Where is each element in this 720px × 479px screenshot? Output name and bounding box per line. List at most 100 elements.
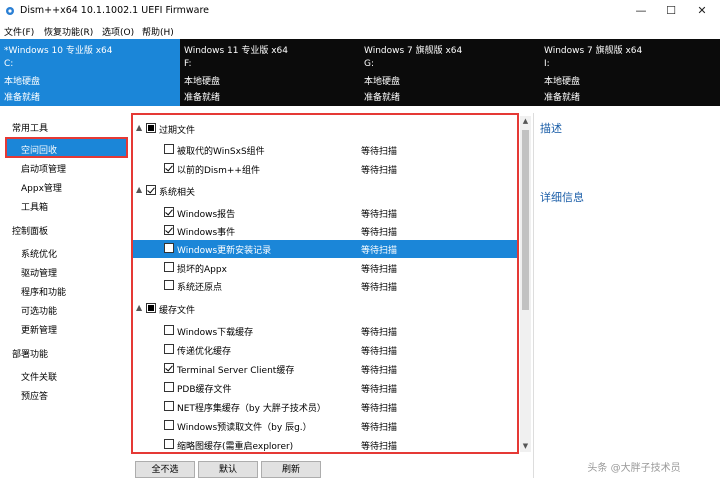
sidebar-item-optimize[interactable]: 系统优化	[21, 247, 57, 260]
system-disk: 本地硬盘	[544, 77, 581, 87]
list-item[interactable]: 缩略图缓存(需重启explorer) 等待扫描	[133, 436, 517, 452]
system-disk: 本地硬盘	[364, 77, 401, 87]
sidebar-item-appx[interactable]: Appx管理	[21, 181, 62, 194]
system-name: Windows 7 旗舰版 x64	[364, 46, 463, 56]
item-checkbox[interactable]	[164, 243, 174, 253]
item-status: 等待扫描	[361, 265, 398, 275]
window-title: Dism++x64 10.1.1002.1 UEFI Firmware	[20, 5, 210, 16]
list-item[interactable]: Windows报告 等待扫描	[133, 204, 517, 222]
menu-recovery[interactable]: 恢复功能(R)	[44, 25, 93, 38]
item-status: 等待扫描	[361, 246, 398, 256]
item-label: Terminal Server Client缓存	[177, 366, 295, 376]
maximize-button[interactable]: ☐	[657, 2, 685, 20]
item-checkbox[interactable]	[164, 144, 174, 154]
list-item[interactable]: Windows下载缓存 等待扫描	[133, 322, 517, 340]
category-row-expired[interactable]: ▲ 过期文件	[133, 120, 517, 138]
list-item-selected[interactable]: Windows更新安装记录 等待扫描	[133, 240, 517, 258]
item-checkbox[interactable]	[164, 325, 174, 335]
item-label: 缩略图缓存(需重启explorer)	[177, 442, 294, 452]
system-drive: F:	[184, 59, 192, 69]
system-tab-3[interactable]: Windows 7 旗舰版 x64 G: 本地硬盘 准备就绪	[360, 39, 540, 106]
sidebar-category-deploy: 部署功能	[12, 350, 49, 360]
sidebar-item-updates[interactable]: 更新管理	[21, 323, 57, 336]
scroll-thumb[interactable]	[522, 130, 529, 310]
item-label: Windows预读取文件（by 辰g.）	[177, 423, 312, 433]
list-scrollbar[interactable]: ▲ ▼	[520, 116, 531, 452]
item-checkbox[interactable]	[164, 207, 174, 217]
category-checkbox[interactable]	[146, 123, 156, 133]
menu-file[interactable]: 文件(F)	[4, 25, 34, 38]
item-checkbox[interactable]	[164, 225, 174, 235]
sidebar-category-control-panel: 控制面板	[12, 227, 49, 237]
item-label: Windows更新安装记录	[177, 246, 272, 256]
close-button[interactable]: ✕	[688, 2, 716, 20]
list-item[interactable]: Terminal Server Client缓存 等待扫描	[133, 360, 517, 378]
item-label: Windows事件	[177, 228, 236, 238]
item-status: 等待扫描	[361, 210, 398, 220]
refresh-button[interactable]: 刷新	[261, 461, 321, 478]
system-status: 准备就绪	[544, 93, 581, 103]
sidebar-item-file-assoc[interactable]: 文件关联	[21, 370, 57, 383]
list-item[interactable]: 损坏的Appx 等待扫描	[133, 259, 517, 277]
scroll-down-icon[interactable]: ▼	[520, 442, 531, 450]
item-checkbox[interactable]	[164, 363, 174, 373]
item-checkbox[interactable]	[164, 280, 174, 290]
item-checkbox[interactable]	[164, 401, 174, 411]
category-row-cache[interactable]: ▲ 缓存文件	[133, 300, 517, 318]
item-checkbox[interactable]	[164, 163, 174, 173]
item-label: 传递优化缓存	[177, 347, 232, 357]
system-tab-4[interactable]: Windows 7 旗舰版 x64 I: 本地硬盘 准备就绪	[540, 39, 720, 106]
list-item[interactable]: NET程序集缓存（by 大胖子技术员） 等待扫描	[133, 398, 517, 416]
category-row-system[interactable]: ▲ 系统相关	[133, 182, 517, 200]
system-status: 准备就绪	[364, 93, 401, 103]
item-status: 等待扫描	[361, 347, 398, 357]
category-label: 过期文件	[159, 126, 196, 136]
minimize-button[interactable]: —	[627, 2, 655, 20]
item-checkbox[interactable]	[164, 420, 174, 430]
item-label: PDB缓存文件	[177, 385, 232, 395]
system-tab-1[interactable]: *Windows 10 专业版 x64 C: 本地硬盘 准备就绪	[0, 39, 180, 106]
item-status: 等待扫描	[361, 423, 398, 433]
item-checkbox[interactable]	[164, 262, 174, 272]
list-item[interactable]: PDB缓存文件 等待扫描	[133, 379, 517, 397]
list-item[interactable]: 以前的Dism++组件 等待扫描	[133, 160, 517, 178]
sidebar-item-optional-features[interactable]: 可选功能	[21, 304, 57, 317]
deselect-all-button[interactable]: 全不选	[135, 461, 195, 478]
sidebar-item-startup[interactable]: 启动项管理	[21, 162, 66, 175]
list-item[interactable]: 被取代的WinSxS组件 等待扫描	[133, 141, 517, 159]
menu-options[interactable]: 选项(O)	[102, 25, 134, 38]
item-status: 等待扫描	[361, 166, 398, 176]
menu-help[interactable]: 帮助(H)	[142, 25, 174, 38]
collapse-icon[interactable]: ▲	[136, 303, 142, 312]
item-label: 以前的Dism++组件	[177, 166, 260, 176]
system-tab-2[interactable]: Windows 11 专业版 x64 F: 本地硬盘 准备就绪	[180, 39, 360, 106]
item-checkbox[interactable]	[164, 382, 174, 392]
system-drive: I:	[544, 59, 550, 69]
description-title: 描述	[540, 122, 562, 135]
item-checkbox[interactable]	[164, 439, 174, 449]
category-label: 缓存文件	[159, 306, 196, 316]
sidebar-item-answer-file[interactable]: 预应答	[21, 389, 48, 402]
collapse-icon[interactable]: ▲	[136, 185, 142, 194]
sidebar-item-drivers[interactable]: 驱动管理	[21, 266, 57, 279]
list-item[interactable]: 系统还原点 等待扫描	[133, 277, 517, 295]
menu-bar: 文件(F) 恢复功能(R) 选项(O) 帮助(H)	[0, 23, 720, 39]
item-status: 等待扫描	[361, 147, 398, 157]
system-name: Windows 7 旗舰版 x64	[544, 46, 643, 56]
list-item[interactable]: Windows预读取文件（by 辰g.） 等待扫描	[133, 417, 517, 435]
collapse-icon[interactable]: ▲	[136, 123, 142, 132]
list-item[interactable]: Windows事件 等待扫描	[133, 222, 517, 240]
item-label: 被取代的WinSxS组件	[177, 147, 265, 157]
item-checkbox[interactable]	[164, 344, 174, 354]
default-button[interactable]: 默认	[198, 461, 258, 478]
watermark: 头条 @大胖子技术员	[587, 463, 681, 474]
category-checkbox[interactable]	[146, 303, 156, 313]
scroll-up-icon[interactable]: ▲	[520, 117, 531, 125]
item-status: 等待扫描	[361, 404, 398, 414]
system-status: 准备就绪	[184, 93, 221, 103]
sidebar-item-toolbox[interactable]: 工具箱	[21, 200, 48, 213]
category-checkbox[interactable]	[146, 185, 156, 195]
list-item[interactable]: 传递优化缓存 等待扫描	[133, 341, 517, 359]
sidebar-item-space-cleanup[interactable]: 空间回收	[21, 143, 57, 156]
sidebar-item-programs[interactable]: 程序和功能	[21, 285, 66, 298]
